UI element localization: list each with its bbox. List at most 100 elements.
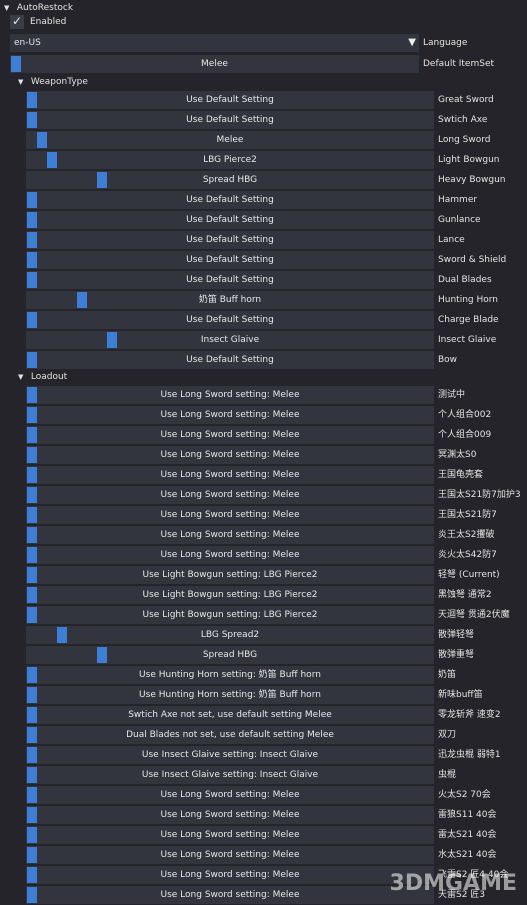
loadout-slider[interactable]: Use Long Sword setting: Melee [26, 406, 434, 424]
loadout-slider[interactable]: Use Long Sword setting: Melee [26, 886, 434, 904]
loadout-label: 个人组合009 [438, 430, 492, 440]
loadout-row: Use Insect Glaive setting: Insect Glaive… [0, 765, 527, 785]
loadout-row: Use Long Sword setting: Melee 水太S21 40会 [0, 845, 527, 865]
loadout-value: Use Light Bowgun setting: LBG Pierce2 [142, 570, 318, 580]
loadout-row: Use Hunting Horn setting: 奶笛 Buff horn 新味… [0, 685, 527, 705]
loadout-slider[interactable]: Use Long Sword setting: Melee [26, 506, 434, 524]
loadout-row: Use Long Sword setting: Melee 冥渊太S0 [0, 445, 527, 465]
loadout-slider[interactable]: Use Long Sword setting: Melee [26, 826, 434, 844]
language-label: Language [423, 38, 468, 48]
weapon-type-slider[interactable]: Melee [26, 131, 434, 149]
weapon-type-value: Use Default Setting [186, 275, 274, 285]
loadout-slider[interactable]: Dual Blades not set, use default setting… [26, 726, 434, 744]
weapon-type-value: Use Default Setting [186, 215, 274, 225]
weapon-type-slider[interactable]: 奶笛 Buff horn [26, 291, 434, 309]
loadout-value: Spread HBG [202, 650, 258, 660]
weapon-type-slider[interactable]: Use Default Setting [26, 251, 434, 269]
loadout-slider[interactable]: Use Long Sword setting: Melee [26, 846, 434, 864]
loadout-value: Use Long Sword setting: Melee [160, 450, 300, 460]
loadout-slider[interactable]: Use Long Sword setting: Melee [26, 386, 434, 404]
loadout-slider[interactable]: Use Light Bowgun setting: LBG Pierce2 [26, 566, 434, 584]
weapon-type-slider[interactable]: Use Default Setting [26, 211, 434, 229]
loadout-slider[interactable]: Use Long Sword setting: Melee [26, 786, 434, 804]
loadout-label: 雷狼S11 40会 [438, 810, 497, 820]
loadout-row: Use Long Sword setting: Melee 火太S2 70会 [0, 785, 527, 805]
loadout-value: Use Long Sword setting: Melee [160, 830, 300, 840]
loadout-slider[interactable]: Use Long Sword setting: Melee [26, 446, 434, 464]
loadout-label: 雷太S21 40会 [438, 830, 497, 840]
default-itemset-slider[interactable]: Melee [10, 55, 419, 73]
weapon-type-row: Use Default Setting Gunlance [0, 210, 527, 230]
loadout-slider[interactable]: Use Long Sword setting: Melee [26, 466, 434, 484]
loadout-label: 黑蚀弩 通常2 [438, 590, 492, 600]
loadout-label: 个人组合002 [438, 410, 492, 420]
loadout-value: Use Insect Glaive setting: Insect Glaive [141, 750, 319, 760]
weapon-type-slider[interactable]: Use Default Setting [26, 191, 434, 209]
loadout-row: Swtich Axe not set, use default setting … [0, 705, 527, 725]
collapse-arrow-icon[interactable]: ▼ [18, 74, 28, 90]
loadout-value: Use Long Sword setting: Melee [160, 550, 300, 560]
loadout-slider[interactable]: Use Light Bowgun setting: LBG Pierce2 [26, 606, 434, 624]
weapon-type-label: Bow [438, 355, 458, 365]
loadout-label: 天迴弩 贯通2伏魔 [438, 610, 510, 620]
language-value: en-US [14, 38, 41, 48]
loadout-label: 轻弩 (Current) [438, 570, 500, 580]
weapon-type-slider[interactable]: Use Default Setting [26, 271, 434, 289]
loadout-slider[interactable]: Spread HBG [26, 646, 434, 664]
loadout-slider[interactable]: Use Long Sword setting: Melee [26, 486, 434, 504]
loadout-slider[interactable]: Use Long Sword setting: Melee [26, 526, 434, 544]
language-select[interactable]: en-US ▼ [10, 34, 419, 52]
weapon-type-slider[interactable]: Insect Glaive [26, 331, 434, 349]
loadout-label: 新味buff笛 [438, 690, 483, 700]
loadout-value: Use Long Sword setting: Melee [160, 810, 300, 820]
loadout-row: Use Light Bowgun setting: LBG Pierce2 轻弩 … [0, 565, 527, 585]
weapontype-header[interactable]: ▼ WeaponType [18, 74, 88, 90]
enabled-checkbox[interactable]: ✓ [10, 14, 24, 29]
loadout-row: Use Long Sword setting: Melee 雷狼S11 40会 [0, 805, 527, 825]
loadout-label: 王国太S21防7 [438, 510, 497, 520]
loadout-slider[interactable]: Swtich Axe not set, use default setting … [26, 706, 434, 724]
loadout-slider[interactable]: Use Long Sword setting: Melee [26, 806, 434, 824]
enabled-label: Enabled [30, 17, 67, 27]
weapon-type-slider[interactable]: Use Default Setting [26, 111, 434, 129]
loadout-slider[interactable]: LBG Spread2 [26, 626, 434, 644]
loadout-slider[interactable]: Use Light Bowgun setting: LBG Pierce2 [26, 586, 434, 604]
dropdown-arrow-icon[interactable]: ▼ [408, 34, 416, 52]
loadout-row: LBG Spread2 散弹轻弩 [0, 625, 527, 645]
loadout-label: 迅龙虫棍 弱特1 [438, 750, 501, 760]
weapon-type-value: Use Default Setting [186, 195, 274, 205]
loadout-label: 虫棍 [438, 770, 457, 780]
weapon-type-slider[interactable]: LBG Pierce2 [26, 151, 434, 169]
weapon-type-slider[interactable]: Use Default Setting [26, 231, 434, 249]
loadout-value: Use Long Sword setting: Melee [160, 470, 300, 480]
weapon-type-slider[interactable]: Spread HBG [26, 171, 434, 189]
loadout-slider[interactable]: Use Hunting Horn setting: 奶笛 Buff horn [26, 666, 434, 684]
weapon-type-row: Insect Glaive Insect Glaive [0, 330, 527, 350]
loadout-row: Spread HBG 散弹重弩 [0, 645, 527, 665]
weapon-type-slider[interactable]: Use Default Setting [26, 311, 434, 329]
weapon-type-row: Use Default Setting Great Sword [0, 90, 527, 110]
loadout-slider[interactable]: Use Hunting Horn setting: 奶笛 Buff horn [26, 686, 434, 704]
weapon-type-slider[interactable]: Use Default Setting [26, 91, 434, 109]
weapon-type-value: Spread HBG [202, 175, 258, 185]
weapon-type-value: LBG Pierce2 [203, 155, 257, 165]
loadout-header[interactable]: ▼ Loadout [18, 369, 67, 385]
collapse-arrow-icon[interactable]: ▼ [18, 369, 28, 385]
weapon-type-value: Use Default Setting [186, 255, 274, 265]
weapon-type-slider[interactable]: Use Default Setting [26, 351, 434, 369]
weapon-type-label: Hammer [438, 195, 478, 205]
loadout-value: Use Hunting Horn setting: 奶笛 Buff horn [139, 670, 321, 680]
weapon-type-value: 奶笛 Buff horn [198, 295, 262, 305]
loadout-slider[interactable]: Use Insect Glaive setting: Insect Glaive [26, 746, 434, 764]
default-itemset-row: Melee Default ItemSet [0, 54, 527, 74]
weapon-type-label: Great Sword [438, 95, 494, 105]
weapon-type-label: Long Sword [438, 135, 491, 145]
loadout-value: Use Long Sword setting: Melee [160, 870, 300, 880]
loadout-slider[interactable]: Use Long Sword setting: Melee [26, 426, 434, 444]
loadout-slider[interactable]: Use Long Sword setting: Melee [26, 866, 434, 884]
loadout-slider[interactable]: Use Long Sword setting: Melee [26, 546, 434, 564]
loadout-label: 火太S2 70会 [438, 790, 491, 800]
loadout-value: Use Light Bowgun setting: LBG Pierce2 [142, 610, 318, 620]
loadout-slider[interactable]: Use Insect Glaive setting: Insect Glaive [26, 766, 434, 784]
loadout-row: Use Light Bowgun setting: LBG Pierce2 天迴弩… [0, 605, 527, 625]
